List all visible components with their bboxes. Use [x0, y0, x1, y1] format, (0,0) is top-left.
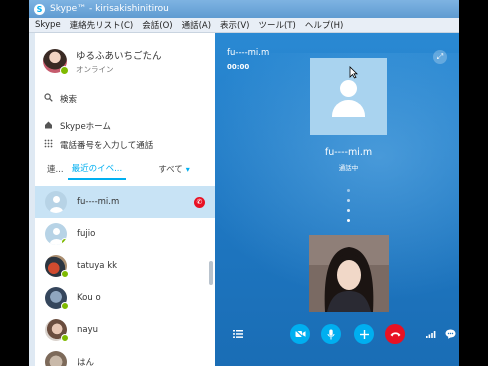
contact-photo-avatar	[45, 287, 69, 310]
profile-status: オンライン	[76, 64, 114, 74]
search-icon	[43, 92, 53, 105]
tab-recent[interactable]: 最近のイベ...	[67, 158, 127, 180]
search-row[interactable]: 検索	[35, 89, 215, 108]
connecting-dot	[347, 219, 350, 222]
default-avatar-icon	[45, 223, 67, 245]
menu-help[interactable]: ヘルプ(H)	[305, 19, 344, 31]
title-bar: S Skype™ - kirisakishinitirou	[29, 0, 459, 18]
menu-tools[interactable]: ツール(T)	[258, 19, 295, 31]
online-status-icon	[61, 334, 69, 342]
sidebar: ゆるふあいちごたん オンライン 検索 Skypeホーム 電話番号を入力して通話 …	[35, 33, 215, 366]
video-off-icon[interactable]	[290, 324, 310, 344]
skype-home-label: Skypeホーム	[60, 121, 111, 132]
contact-item[interactable]: nayu	[35, 314, 215, 346]
search-label: 検索	[60, 94, 78, 105]
mouse-cursor-icon	[349, 66, 358, 79]
contact-item[interactable]: Kou o	[35, 282, 215, 314]
call-peer-name-header: fu----mi.m	[227, 48, 270, 58]
skype-window: S Skype™ - kirisakishinitirou Skype 連絡先リ…	[29, 0, 459, 366]
online-status-icon	[61, 302, 69, 310]
contact-list-scrollbar[interactable]	[209, 261, 213, 285]
contact-name: fujio	[77, 229, 96, 239]
menu-bar: Skype 連絡先リスト(C) 会話(O) 通話(A) 表示(V) ツール(T)…	[29, 18, 459, 33]
menu-contacts[interactable]: 連絡先リスト(C)	[70, 19, 134, 31]
connecting-dot	[347, 189, 350, 192]
contact-name: nayu	[77, 325, 99, 335]
home-icon	[43, 120, 53, 132]
filter-all-dropdown[interactable]: すべて ▾	[158, 163, 190, 176]
end-call-icon[interactable]	[385, 324, 405, 344]
call-area: fu----mi.m 00:00 ⤢ fu----mi.m 通話中	[215, 33, 459, 366]
add-icon[interactable]	[354, 324, 374, 344]
contact-name: fu----mi.m	[77, 197, 120, 207]
online-status-icon	[60, 66, 69, 75]
contact-item[interactable]: tatuya kk	[35, 250, 215, 282]
contact-photo-avatar	[45, 319, 69, 342]
contact-name: tatuya kk	[77, 261, 118, 271]
skype-logo-icon: S	[34, 3, 45, 15]
contact-name: Kou o	[77, 293, 101, 303]
contact-item[interactable]: はん	[35, 346, 215, 366]
dial-row[interactable]: 電話番号を入力して通話	[35, 135, 215, 154]
chat-icon[interactable]	[441, 324, 459, 344]
window-title: Skype™ - kirisakishinitirou	[50, 4, 169, 14]
connecting-dot	[347, 199, 350, 202]
filter-all-label: すべて	[158, 165, 183, 175]
expand-icon[interactable]: ⤢	[433, 50, 447, 64]
online-status-icon	[61, 238, 67, 245]
contact-photo-avatar	[45, 351, 67, 366]
dial-label: 電話番号を入力して通話	[60, 140, 154, 151]
contact-tabs: 連... 最近のイベ... すべて ▾	[35, 158, 215, 180]
contact-item[interactable]: fu----mi.m ✆	[35, 186, 215, 218]
online-status-icon	[61, 270, 69, 278]
chevron-down-icon: ▾	[185, 164, 190, 174]
contact-photo-avatar	[45, 255, 69, 278]
contact-item[interactable]: fujio	[35, 218, 215, 250]
call-peer-name: fu----mi.m	[324, 147, 373, 158]
contact-name: はん	[77, 358, 95, 366]
connecting-dot	[347, 209, 350, 212]
skype-home-row[interactable]: Skypeホーム	[35, 116, 215, 135]
profile-name: ゆるふあいちごたん	[76, 50, 162, 62]
signal-icon[interactable]	[421, 324, 441, 344]
list-icon[interactable]	[228, 324, 248, 344]
tab-contacts[interactable]: 連...	[43, 158, 68, 180]
dialpad-icon	[43, 139, 53, 151]
mic-icon[interactable]	[321, 324, 341, 344]
menu-view[interactable]: 表示(V)	[220, 19, 249, 31]
self-video-preview	[309, 235, 389, 312]
call-toolbar	[215, 324, 459, 344]
menu-call[interactable]: 通話(A)	[182, 19, 211, 31]
in-call-icon: ✆	[194, 196, 205, 208]
call-status: 通話中	[338, 164, 359, 172]
default-avatar-icon	[45, 191, 67, 213]
profile-area[interactable]: ゆるふあいちごたん オンライン	[35, 33, 215, 89]
menu-skype[interactable]: Skype	[35, 20, 61, 30]
menu-conversation[interactable]: 会話(O)	[142, 19, 172, 31]
profile-avatar	[43, 49, 69, 75]
call-timer: 00:00	[227, 63, 250, 71]
